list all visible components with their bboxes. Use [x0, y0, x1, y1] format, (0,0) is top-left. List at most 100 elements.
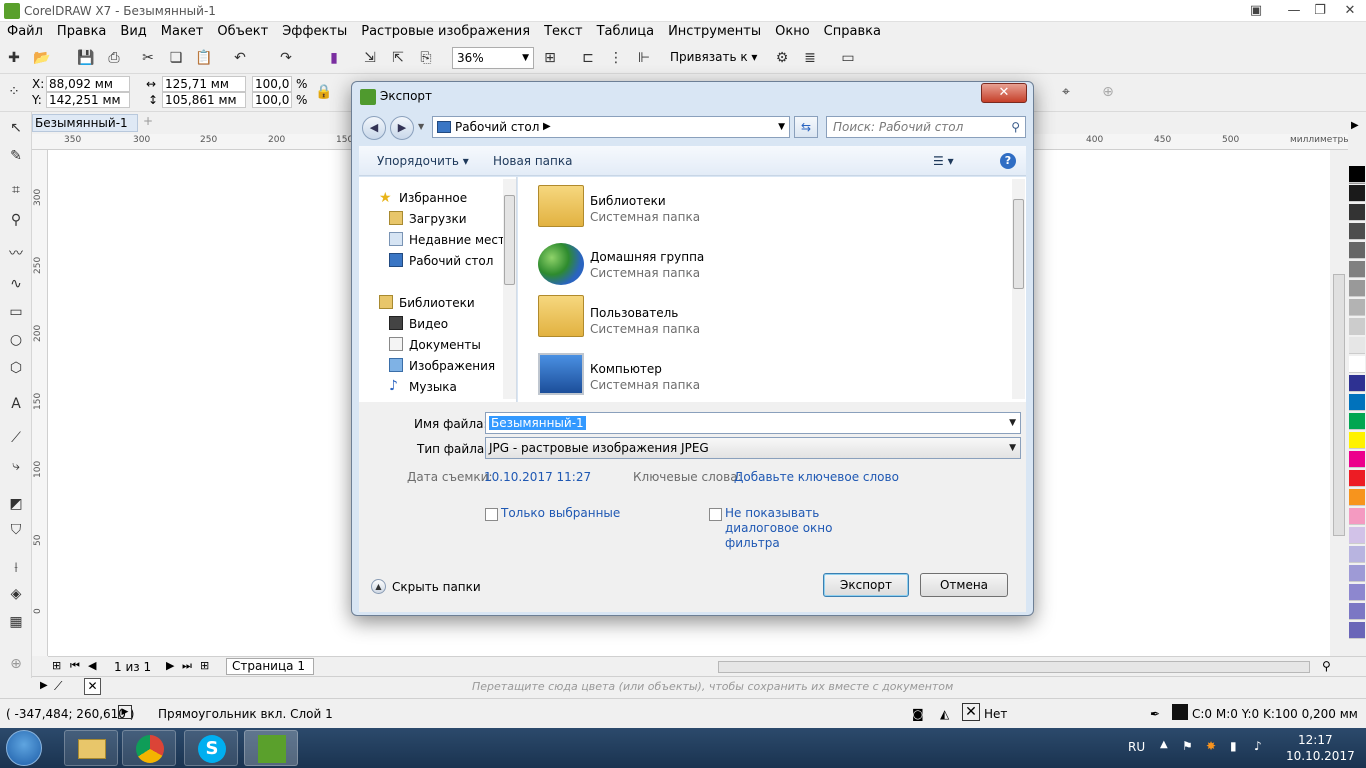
color-swatch[interactable] [1349, 394, 1365, 411]
avast-icon[interactable]: ✸ [1206, 739, 1216, 753]
drop-shadow-icon[interactable]: ◩ [6, 494, 26, 514]
nav-scrollbar[interactable] [503, 179, 516, 399]
date-value[interactable]: 10.10.2017 11:27 [484, 470, 591, 484]
shape-tool-icon[interactable]: ✎ [6, 146, 26, 166]
crop-tool-icon[interactable]: ⌗ [6, 180, 26, 200]
only-selected-checkbox[interactable] [485, 508, 498, 521]
color-swatch[interactable] [1349, 470, 1365, 487]
restore-button[interactable]: ❐ [1306, 2, 1334, 20]
menu-object[interactable]: Объект [210, 22, 275, 41]
cut-icon[interactable]: ✂ [138, 48, 158, 68]
color-swatch[interactable] [1349, 204, 1365, 221]
new-document-icon[interactable]: ✚ [4, 48, 24, 68]
color-swatch[interactable] [1349, 565, 1365, 582]
height-field[interactable]: 105,861 мм [162, 92, 246, 108]
export-icon[interactable]: ⇱ [388, 48, 408, 68]
color-swatch[interactable] [1349, 299, 1365, 316]
address-bar[interactable]: Рабочий стол ▶ ▼ [432, 116, 790, 138]
nav-video[interactable]: Видео [409, 317, 448, 331]
smart-fill-icon[interactable]: ▦ [6, 612, 26, 632]
file-item-name[interactable]: Пользователь [590, 306, 678, 320]
y-position-field[interactable]: 142,251 мм [46, 92, 130, 108]
color-swatch[interactable] [1349, 223, 1365, 240]
color-swatch[interactable] [1349, 413, 1365, 430]
prev-page-icon[interactable]: ◀ [88, 659, 96, 672]
text-tool-icon[interactable]: A [6, 394, 26, 414]
chevron-down-icon[interactable]: ▼ [778, 117, 785, 137]
eyedropper-tool-icon[interactable]: ⟊ [6, 558, 26, 578]
export-button[interactable]: Экспорт [823, 573, 909, 597]
parallel-dimension-icon[interactable]: ⟋ [6, 428, 26, 448]
vertical-scrollbar[interactable] [1330, 150, 1348, 656]
color-proof-icon[interactable]: ◙ [912, 707, 924, 721]
connector-tool-icon[interactable]: ⤷ [6, 456, 26, 476]
add-tool-icon[interactable]: ⊕ [6, 654, 26, 674]
file-item-name[interactable]: Библиотеки [590, 194, 666, 208]
keywords-value[interactable]: Добавьте ключевое слово [734, 470, 899, 484]
color-swatch[interactable] [1349, 489, 1365, 506]
menu-bitmaps[interactable]: Растровые изображения [354, 22, 537, 41]
target-icon[interactable]: ⌖ [1056, 82, 1076, 102]
nav-desktop[interactable]: Рабочий стол [409, 254, 493, 268]
menu-effects[interactable]: Эффекты [275, 22, 354, 41]
color-swatch[interactable] [1349, 451, 1365, 468]
color-swatch[interactable] [1349, 622, 1365, 639]
undo-icon[interactable]: ↶ [230, 48, 250, 68]
chrome-taskbar-icon[interactable] [122, 730, 176, 766]
first-page-icon[interactable]: ⏮ [70, 659, 80, 673]
search-content-icon[interactable]: ▮ [324, 48, 344, 68]
menu-view[interactable]: Вид [113, 22, 153, 41]
page-tab[interactable]: Страница 1 [226, 658, 314, 675]
view-options-icon[interactable]: ☰ ▾ [933, 154, 954, 168]
scroll-thumb[interactable] [504, 195, 515, 285]
snap-to-dropdown[interactable]: Привязать к ▾ [670, 50, 757, 64]
recent-locations-icon[interactable]: ▼ [418, 122, 424, 131]
paste-icon[interactable]: 📋 [194, 48, 214, 68]
play-icon[interactable]: ▶ [1351, 120, 1359, 131]
next-page-icon[interactable]: ▶ [166, 659, 174, 672]
add-page-after-icon[interactable]: ⊞ [200, 659, 209, 672]
nav-documents[interactable]: Документы [409, 338, 481, 352]
nav-recent[interactable]: Недавние места [409, 233, 512, 247]
color-swatch[interactable] [1349, 166, 1365, 183]
close-icon[interactable]: ✕ [981, 83, 1027, 103]
rectangle-tool-icon[interactable]: ▭ [6, 302, 26, 322]
menu-window[interactable]: Окно [768, 22, 817, 41]
pick-tool-icon[interactable]: ↖ [6, 118, 26, 138]
copy-icon[interactable]: ❏ [166, 48, 186, 68]
redo-icon[interactable]: ↷ [276, 48, 296, 68]
welcome-screen-icon[interactable]: ▭ [838, 48, 858, 68]
skype-taskbar-icon[interactable]: S [184, 730, 238, 766]
explorer-taskbar-icon[interactable] [64, 730, 118, 766]
color-swatch[interactable] [1349, 337, 1365, 354]
file-item-name[interactable]: Домашняя группа [590, 250, 704, 264]
polygon-tool-icon[interactable]: ⬡ [6, 358, 26, 378]
nav-music[interactable]: Музыка [409, 380, 457, 394]
color-swatch[interactable] [1349, 508, 1365, 525]
color-swatch[interactable] [1349, 280, 1365, 297]
minimize-button[interactable]: — [1280, 2, 1308, 20]
breadcrumb-arrow-icon[interactable]: ▶ [543, 117, 551, 137]
refresh-icon[interactable]: ⇆ [794, 116, 818, 138]
scroll-thumb[interactable] [1333, 274, 1345, 536]
import-icon[interactable]: ⇲ [360, 48, 380, 68]
no-filter-dialog-label[interactable]: Не показывать диалоговое окно фильтра [725, 506, 835, 551]
transparency-tool-icon[interactable]: ⛉ [6, 520, 26, 540]
grid-icon[interactable]: ⋮ [606, 48, 626, 68]
organize-button[interactable]: Упорядочить ▾ [377, 154, 469, 168]
full-screen-icon[interactable]: ⊞ [540, 48, 560, 68]
clock-date[interactable]: 10.10.2017 [1286, 749, 1355, 763]
scroll-thumb[interactable] [1013, 199, 1024, 289]
hide-folders-button[interactable]: Скрыть папки [392, 580, 481, 594]
action-center-icon[interactable]: ⚑ [1182, 739, 1193, 753]
menu-layout[interactable]: Макет [154, 22, 211, 41]
color-swatch[interactable] [1349, 318, 1365, 335]
horizontal-scrollbar[interactable] [718, 661, 1310, 673]
network-icon[interactable]: ▮ [1230, 739, 1237, 753]
nav-favorites[interactable]: Избранное [399, 191, 467, 205]
nav-downloads[interactable]: Загрузки [409, 212, 467, 226]
menu-help[interactable]: Справка [817, 22, 888, 41]
freehand-tool-icon[interactable]: 〰 [6, 244, 26, 264]
filename-input[interactable]: Безымянный-1 ▼ [485, 412, 1021, 434]
menu-table[interactable]: Таблица [590, 22, 662, 41]
